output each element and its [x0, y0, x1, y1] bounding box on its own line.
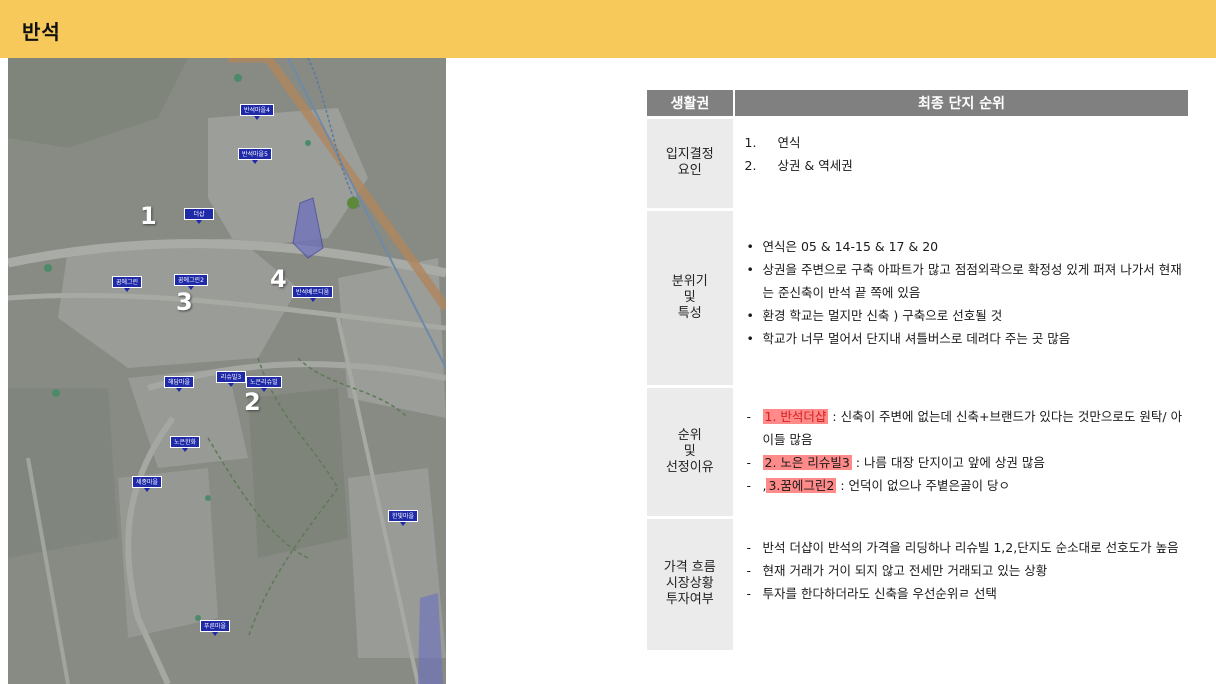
map-pin[interactable]: 세종마을 — [132, 476, 163, 492]
list-item: 연식은 05 & 14-15 & 17 & 20 — [745, 235, 1189, 258]
map-pin[interactable]: 푸른마을 — [200, 620, 231, 636]
map-pin[interactable]: 리슈빌3 — [216, 371, 246, 387]
list-item: 2. 상권 & 역세권 — [744, 157, 853, 173]
map-pin[interactable]: 노은리슈빌 — [246, 376, 282, 392]
column-header-area: 생활권 — [647, 90, 735, 117]
list-item: 환경 학교는 멀지만 신축 ) 구축으로 선호될 것 — [745, 304, 1189, 327]
header-bar: 반석 — [0, 0, 1216, 58]
map-pin[interactable]: 꿈에그린2 — [174, 274, 208, 290]
row-body: 반석 더샵이 반석의 가격을 리딩하나 리슈빌 1,2,단지도 순소대로 선호도… — [734, 515, 1189, 650]
list-item: ,3.꿈에그린2 : 언덕이 없으나 주볕은골이 당ㅇ — [745, 474, 1189, 497]
row-label: 가격 흐름 시장상황 투자여부 — [647, 515, 736, 650]
page-title: 반석 — [22, 20, 61, 44]
row-label: 입지결정 요인 — [647, 115, 736, 209]
row-label-text: 순위 및 선정이유 — [665, 427, 714, 475]
list-item: 반석 더샵이 반석의 가격을 리딩하나 리슈빌 1,2,단지도 순소대로 선호도… — [745, 536, 1189, 559]
row-body: 연식은 05 & 14-15 & 17 & 20 상권을 주변으로 구축 아파트… — [734, 207, 1189, 386]
table-row: 순위 및 선정이유 1. 반석더샵 : 신축이 주변에 없는데 신축+브랜드가 … — [647, 384, 1189, 517]
list-item: 1. 반석더샵 : 신축이 주변에 없는데 신축+브랜드가 있다는 것만으로도 … — [745, 405, 1189, 451]
highlight-rank-3: 3.꿈에그린2 — [766, 477, 837, 493]
list-item: 상권을 주변으로 구축 아파트가 많고 점점외곽으로 확정성 있게 퍼져 나가서… — [745, 258, 1189, 304]
list-item: 현재 거래가 거이 되지 않고 전세만 거래되고 있는 상황 — [745, 559, 1189, 582]
market-list: 반석 더샵이 반석의 가격을 리딩하나 리슈빌 1,2,단지도 순소대로 선호도… — [745, 519, 1189, 605]
map-number-1: 1 — [140, 202, 157, 230]
map-pin[interactable]: 더샵 — [184, 208, 214, 224]
ranking-list: 1. 반석더샵 : 신축이 주변에 없는데 신축+브랜드가 있다는 것만으로도 … — [745, 388, 1189, 497]
row-label-text: 가격 흐름 시장상황 투자여부 — [663, 560, 716, 608]
row-label: 분위기 및 특성 — [647, 207, 736, 386]
map-pin[interactable]: 노은한화 — [170, 436, 201, 452]
area-map: 1 2 3 4 더샵 반석마을4 반석마을5 꿈에그린 꿈에그린2 리슈빌3 노… — [8, 58, 446, 684]
map-number-3: 3 — [176, 288, 193, 316]
map-pin[interactable]: 해담마을 — [164, 376, 195, 392]
map-pin[interactable]: 한빛마을 — [388, 510, 419, 526]
table-row: 분위기 및 특성 연식은 05 & 14-15 & 17 & 20 상권을 주변… — [647, 207, 1189, 386]
row-body: 1. 연식 2. 상권 & 역세권 — [734, 115, 1189, 209]
map-pin[interactable]: 반석베르디움 — [292, 286, 334, 302]
list-item: 2. 노은 리슈빌3 : 나름 대장 단지이고 앞에 상권 많음 — [745, 451, 1189, 474]
table-row: 가격 흐름 시장상황 투자여부 반석 더샵이 반석의 가격을 리딩하나 리슈빌 … — [647, 515, 1189, 650]
highlight-rank-1: 1. 반석더샵 — [762, 408, 829, 424]
highlight-rank-2: 2. 노은 리슈빌3 — [762, 454, 852, 470]
map-number-2: 2 — [244, 388, 261, 416]
map-pin[interactable]: 반석마을5 — [238, 148, 272, 164]
row-body: 1. 반석더샵 : 신축이 주변에 없는데 신축+브랜드가 있다는 것만으로도 … — [734, 384, 1189, 517]
map-pin[interactable]: 반석마을4 — [240, 104, 274, 120]
column-header-ranking: 최종 단지 순위 — [734, 90, 1188, 117]
row-label: 순위 및 선정이유 — [647, 384, 736, 517]
feature-list: 연식은 05 & 14-15 & 17 & 20 상권을 주변으로 구축 아파트… — [745, 211, 1189, 350]
summary-table: 생활권 최종 단지 순위 입지결정 요인 1. 연식 2. 상권 & 역세권 분위기… — [647, 90, 1188, 650]
row-label-text: 입지결정 요인 — [665, 147, 714, 178]
map-number-4: 4 — [270, 265, 287, 293]
list-item: 투자를 한다하더라도 신축을 우선순위ㄹ 선택 — [745, 582, 1189, 605]
row-label-text: 분위기 및 특성 — [671, 273, 708, 321]
map-pin[interactable]: 꿈에그린 — [112, 276, 143, 292]
table-row: 입지결정 요인 1. 연식 2. 상권 & 역세권 — [647, 115, 1189, 209]
list-item: 1. 연식 — [744, 134, 801, 150]
factor-list: 1. 연식 2. 상권 & 역세권 — [745, 119, 1189, 177]
list-item: 학교가 너무 멀어서 단지내 셔틀버스로 데려다 주는 곳 많음 — [745, 327, 1189, 350]
